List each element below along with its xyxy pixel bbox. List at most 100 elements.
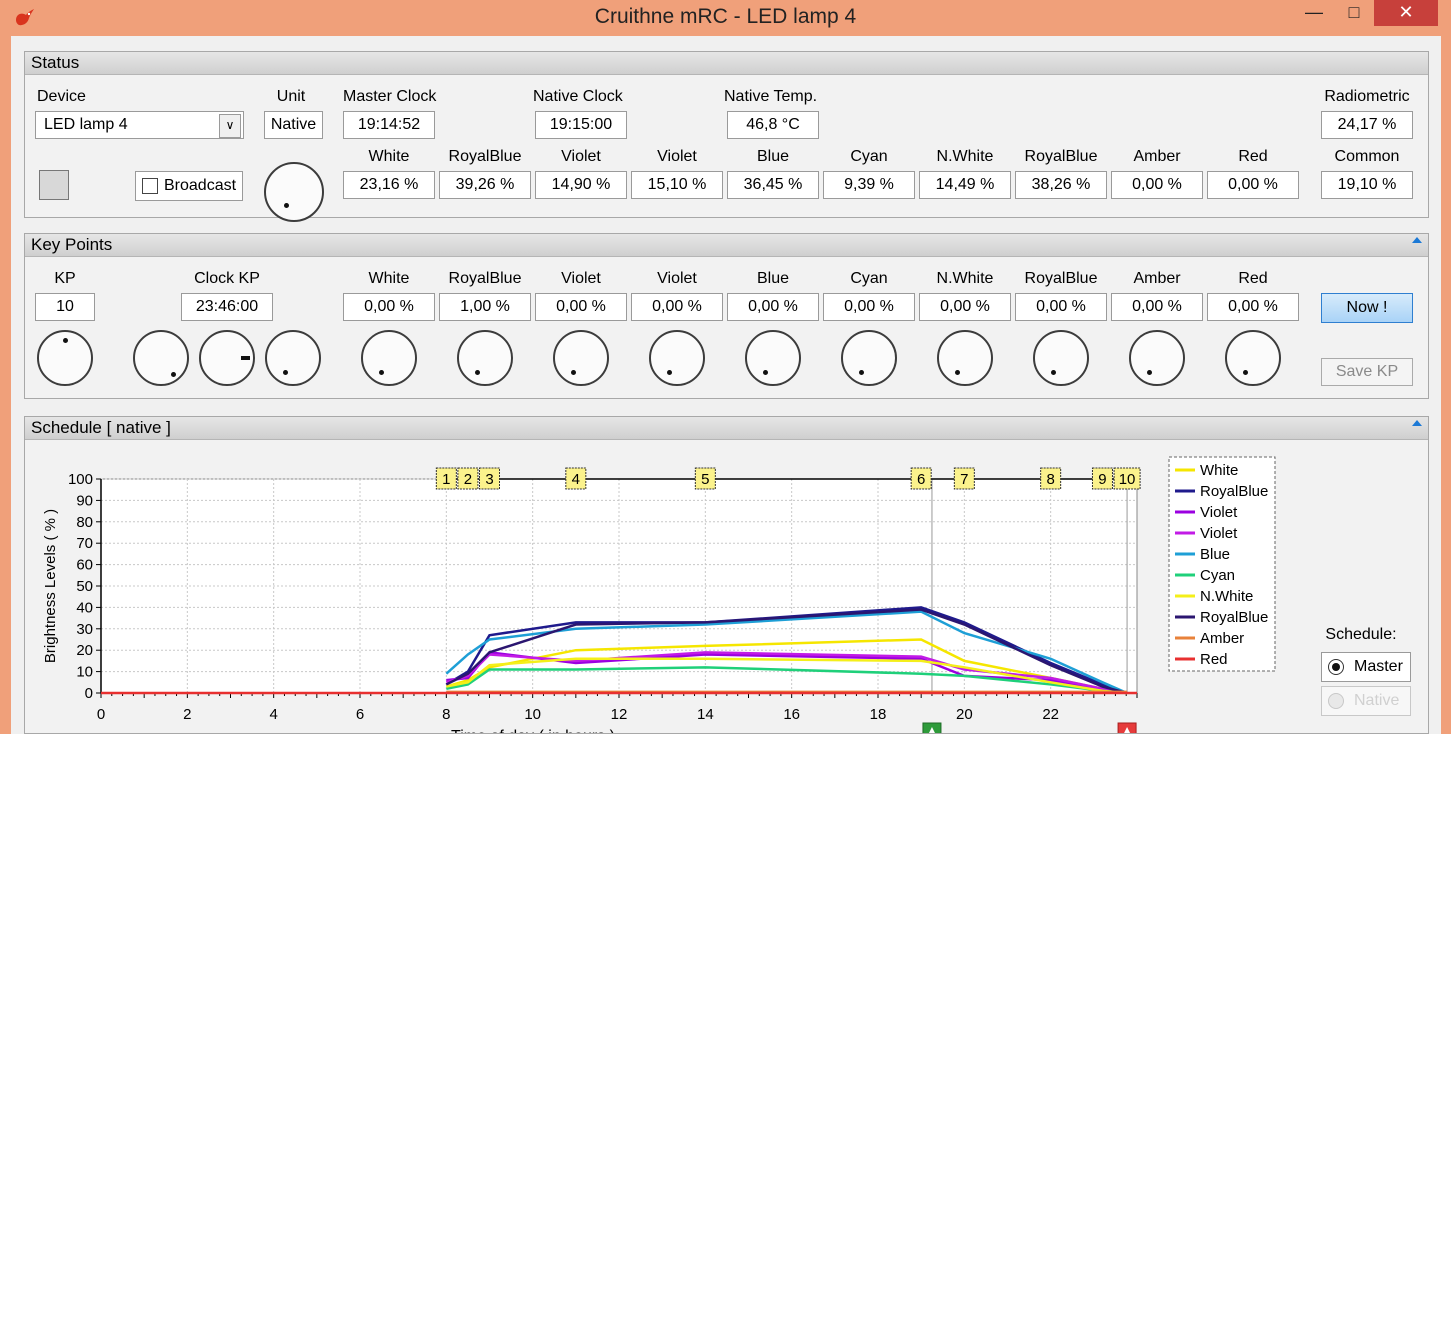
minimize-button[interactable]: — (1296, 0, 1332, 26)
kp-channel-value[interactable]: 0,00 % (1207, 293, 1299, 321)
status-channel-label: Blue (756, 148, 790, 165)
clock-hour-knob[interactable] (133, 330, 189, 386)
kp-channel-label: White (368, 270, 410, 287)
maximize-button[interactable]: □ (1336, 0, 1372, 26)
save-kp-button[interactable]: Save KP (1321, 358, 1413, 386)
now-button-label: Now ! (1346, 299, 1388, 316)
master-radio-label: Master (1354, 658, 1403, 675)
kp-channel-value[interactable]: 0,00 % (1015, 293, 1107, 321)
now-button[interactable]: Now ! (1321, 293, 1413, 323)
schedule-native-option[interactable]: Native (1321, 686, 1411, 716)
legend-label: Red (1200, 651, 1228, 668)
status-channel-label: Cyan (850, 148, 888, 165)
native-clock-label: Native Clock (533, 88, 623, 105)
legend-label: White (1200, 462, 1238, 479)
status-channel-value: 9,39 % (823, 171, 915, 199)
knob-indicator (1147, 370, 1152, 375)
knob-indicator (284, 203, 289, 208)
device-label: Device (37, 88, 86, 105)
legend-label: Cyan (1200, 567, 1235, 584)
device-select-value: LED lamp 4 (44, 116, 128, 133)
channel-knob[interactable] (937, 330, 993, 386)
native-radio[interactable] (1328, 693, 1344, 709)
radiometric-value: 24,17 % (1321, 111, 1413, 139)
clock-kp-value[interactable]: 23:46:00 (181, 293, 273, 321)
y-tick-label: 70 (76, 535, 93, 552)
knob-indicator (283, 370, 288, 375)
close-button[interactable]: ✕ (1374, 0, 1438, 26)
unit-value: Native (264, 111, 323, 139)
broadcast-label: Broadcast (164, 177, 237, 194)
device-color-swatch[interactable] (39, 170, 69, 200)
x-tick-label: 20 (956, 706, 973, 723)
native-temp-value: 46,8 °C (727, 111, 819, 139)
kp-channel-value[interactable]: 0,00 % (535, 293, 627, 321)
knob-indicator (171, 372, 176, 377)
y-axis-label: Brightness Levels ( % ) (42, 509, 59, 663)
status-channel-label: White (368, 148, 410, 165)
x-tick-label: 12 (611, 706, 628, 723)
chevron-down-icon[interactable]: ∨ (219, 114, 241, 138)
kp-channel-value[interactable]: 0,00 % (823, 293, 915, 321)
master-clock-label: Master Clock (343, 88, 437, 105)
status-channel-value: 14,90 % (535, 171, 627, 199)
channel-knob[interactable] (841, 330, 897, 386)
collapse-icon[interactable] (1412, 420, 1422, 426)
kp-channel-value[interactable]: 0,00 % (727, 293, 819, 321)
kp-value[interactable]: 10 (35, 293, 95, 321)
channel-knob[interactable] (1225, 330, 1281, 386)
channel-knob[interactable] (1033, 330, 1089, 386)
kp-channel-label: Amber (1133, 270, 1181, 287)
y-tick-label: 60 (76, 557, 93, 574)
schedule-panel: Schedule [ native ] 0 10 20 30 40 50 60 70 80 90 1… (24, 416, 1429, 734)
channel-knob[interactable] (457, 330, 513, 386)
native-radio-label: Native (1354, 692, 1400, 709)
broadcast-checkbox[interactable] (142, 178, 158, 194)
kp-channel-value[interactable]: 0,00 % (919, 293, 1011, 321)
schedule-chart[interactable]: 01020304050607080901000 2 4 6 8 10 12 14 16 18 20 2… (25, 439, 1315, 733)
collapse-icon[interactable] (1412, 237, 1422, 243)
schedule-master-option[interactable]: Master (1321, 652, 1411, 682)
schedule-mode-label: Schedule: (1325, 626, 1397, 643)
kp-channel-value[interactable]: 0,00 % (1111, 293, 1203, 321)
knob-indicator (241, 356, 250, 360)
channel-knob[interactable] (553, 330, 609, 386)
y-tick-label: 10 (76, 664, 93, 681)
device-select[interactable]: LED lamp 4 ∨ (35, 111, 244, 139)
channel-knob[interactable] (1129, 330, 1185, 386)
master-clock-value: 19:14:52 (343, 111, 435, 139)
legend-label: RoyalBlue (1200, 483, 1268, 500)
keypoints-panel-title: Key Points (31, 235, 113, 254)
channel-knob[interactable] (649, 330, 705, 386)
x-tick-label: 14 (697, 706, 714, 723)
channel-knob[interactable] (745, 330, 801, 386)
kp-channel-value[interactable]: 0,00 % (343, 293, 435, 321)
kp-label: KP (54, 270, 76, 287)
kp-knob[interactable] (37, 330, 93, 386)
channel-knob[interactable] (361, 330, 417, 386)
status-channel-label: RoyalBlue (448, 148, 522, 165)
common-label: Common (1334, 148, 1400, 165)
x-tick-label: 16 (783, 706, 800, 723)
keypoint-flag-label: 10 (1119, 471, 1136, 488)
clock-second-knob[interactable] (265, 330, 321, 386)
kp-channel-value[interactable]: 0,00 % (631, 293, 723, 321)
status-channel-value: 36,45 % (727, 171, 819, 199)
schedule-panel-header: Schedule [ native ] (25, 417, 1428, 440)
status-channel-label: RoyalBlue (1024, 148, 1098, 165)
x-tick-label: 2 (183, 706, 191, 723)
save-kp-button-label: Save KP (1335, 363, 1399, 380)
kp-channel-label: Blue (756, 270, 790, 287)
keypoint-flag-label: 6 (917, 471, 925, 488)
title-bar: Cruithne mRC - LED lamp 4 — □ ✕ (0, 0, 1451, 36)
unit-knob[interactable] (264, 162, 324, 222)
x-tick-label: 10 (524, 706, 541, 723)
kp-channel-value[interactable]: 1,00 % (439, 293, 531, 321)
broadcast-toggle[interactable]: Broadcast (135, 171, 243, 201)
knob-indicator (859, 370, 864, 375)
clock-minute-knob[interactable] (199, 330, 255, 386)
master-radio[interactable] (1328, 659, 1344, 675)
status-channel-label: Violet (561, 148, 601, 165)
legend-label: Violet (1200, 525, 1238, 542)
kp-channel-label: N.White (936, 270, 994, 287)
